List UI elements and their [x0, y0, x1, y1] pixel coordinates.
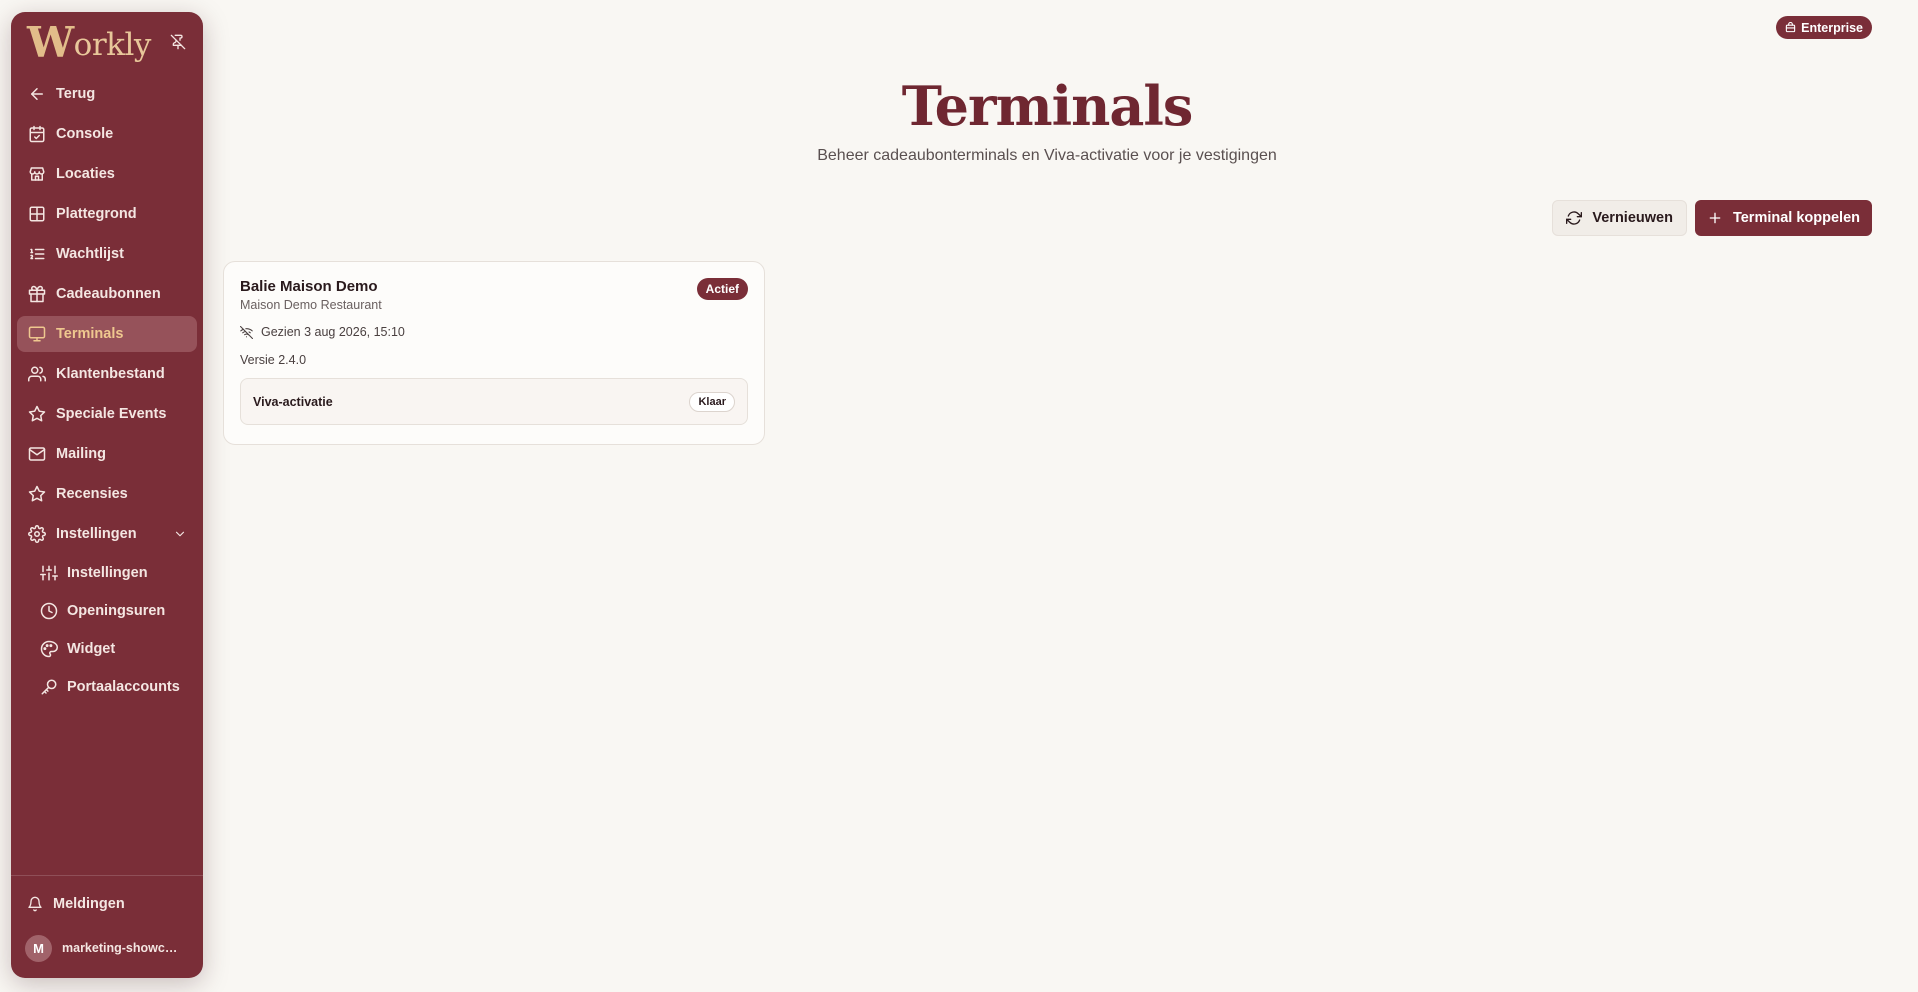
- notifications-button[interactable]: Meldingen: [17, 886, 197, 922]
- terminal-version: Versie 2.4.0: [240, 353, 307, 367]
- sidebar-item-speciale-events[interactable]: Speciale Events: [17, 396, 197, 432]
- pin-off-icon[interactable]: [169, 33, 187, 51]
- sidebar-subitem-portaalaccounts[interactable]: Portaalaccounts: [17, 670, 197, 704]
- last-seen-text: Gezien 3 aug 2026, 15:10: [261, 325, 405, 339]
- star-icon: [27, 484, 47, 504]
- page-actions: Vernieuwen Terminal koppelen: [1552, 200, 1872, 236]
- sidebar-subitem-label: Instellingen: [67, 565, 148, 581]
- chevron-down-icon[interactable]: [173, 527, 187, 541]
- status-badge: Actief: [696, 278, 748, 300]
- gift-icon: [27, 284, 47, 304]
- sidebar-item-label: Recensies: [56, 486, 128, 502]
- refresh-button[interactable]: Vernieuwen: [1552, 200, 1687, 236]
- terminal-card[interactable]: Balie Maison Demo Maison Demo Restaurant…: [223, 261, 765, 445]
- sidebar-subitem-label: Widget: [67, 641, 116, 657]
- monitor-icon: [27, 324, 47, 344]
- viva-activation-label: Viva-activatie: [253, 394, 333, 409]
- wifi-off-icon: [240, 325, 253, 339]
- bell-icon: [27, 896, 43, 912]
- sidebar: Workly Terug Console Locaties Plattegron…: [11, 12, 203, 978]
- plan-badge: Enterprise: [1776, 16, 1872, 39]
- connect-terminal-label: Terminal koppelen: [1732, 210, 1860, 226]
- sidebar-item-label: Cadeaubonnen: [56, 286, 161, 302]
- refresh-label: Vernieuwen: [1592, 210, 1673, 226]
- sidebar-item-label: Klantenbestand: [56, 366, 165, 382]
- sidebar-header: Workly: [11, 12, 203, 72]
- sidebar-item-instellingen[interactable]: Instellingen: [17, 516, 197, 552]
- sidebar-item-label: Speciale Events: [56, 406, 167, 422]
- terminal-location: Maison Demo Restaurant: [240, 298, 382, 312]
- plan-badge-label: Enterprise: [1801, 20, 1863, 35]
- sidebar-item-cadeaubonnen[interactable]: Cadeaubonnen: [17, 276, 197, 312]
- viva-status-badge: Klaar: [689, 391, 735, 412]
- sidebar-item-recensies[interactable]: Recensies: [17, 476, 197, 512]
- sidebar-item-console[interactable]: Console: [17, 116, 197, 152]
- sidebar-subitem-instellingen[interactable]: Instellingen: [17, 556, 197, 590]
- sidebar-item-klantenbestand[interactable]: Klantenbestand: [17, 356, 197, 392]
- page-subtitle: Beheer cadeaubonterminals en Viva-activa…: [817, 147, 1277, 164]
- user-menu[interactable]: M marketing-showcas...: [17, 928, 197, 968]
- notifications-label: Meldingen: [53, 896, 125, 912]
- sidebar-subitem-openingsuren[interactable]: Openingsuren: [17, 594, 197, 628]
- logo[interactable]: Workly: [27, 18, 151, 67]
- calendar-check-icon: [27, 124, 47, 144]
- sidebar-nav: Terug Console Locaties Plattegrond Wacht…: [11, 72, 203, 708]
- last-seen: Gezien 3 aug 2026, 15:10: [240, 325, 748, 339]
- sidebar-item-plattegrond[interactable]: Plattegrond: [17, 196, 197, 232]
- star-icon: [27, 404, 47, 424]
- sidebar-item-locaties[interactable]: Locaties: [17, 156, 197, 192]
- sidebar-subitem-widget[interactable]: Widget: [17, 632, 197, 666]
- sidebar-item-wachtlijst[interactable]: Wachtlijst: [17, 236, 197, 272]
- sidebar-item-label: Plattegrond: [56, 206, 137, 222]
- sidebar-item-terminals[interactable]: Terminals: [17, 316, 197, 352]
- gear-icon: [27, 524, 47, 544]
- sidebar-item-label: Instellingen: [56, 526, 137, 542]
- bag-icon: [1785, 22, 1796, 33]
- sidebar-item-label: Terminals: [56, 326, 124, 342]
- sidebar-item-label: Console: [56, 126, 114, 142]
- list-ordered-icon: [27, 244, 47, 264]
- store-icon: [27, 164, 47, 184]
- clock-icon: [39, 601, 59, 621]
- terminal-name: Balie Maison Demo: [240, 278, 378, 295]
- sidebar-item-label: Mailing: [56, 446, 106, 462]
- layout-grid-icon: [27, 204, 47, 224]
- mail-icon: [27, 444, 47, 464]
- key-icon: [39, 677, 59, 697]
- viva-activation-row[interactable]: Viva-activatie Klaar: [240, 378, 748, 425]
- avatar: M: [25, 934, 52, 962]
- sidebar-item-label: Locaties: [56, 166, 115, 182]
- plus-icon: [1707, 210, 1723, 226]
- sidebar-footer: Meldingen M marketing-showcas...: [11, 875, 203, 978]
- refresh-icon: [1566, 210, 1583, 226]
- palette-icon: [39, 639, 59, 659]
- sidebar-item-mailing[interactable]: Mailing: [17, 436, 197, 472]
- sidebar-item-label: Terug: [56, 86, 96, 102]
- sidebar-item-label: Wachtlijst: [56, 246, 124, 262]
- users-icon: [27, 364, 47, 384]
- page-title: Terminals: [901, 74, 1194, 138]
- user-name: marketing-showcas...: [62, 941, 180, 955]
- sidebar-subitem-label: Portaalaccounts: [67, 679, 180, 695]
- sidebar-item-terug[interactable]: Terug: [17, 76, 197, 112]
- connect-terminal-button[interactable]: Terminal koppelen: [1694, 200, 1872, 236]
- sliders-icon: [39, 563, 59, 583]
- arrow-left-icon: [27, 84, 47, 104]
- sidebar-subitem-label: Openingsuren: [67, 603, 166, 619]
